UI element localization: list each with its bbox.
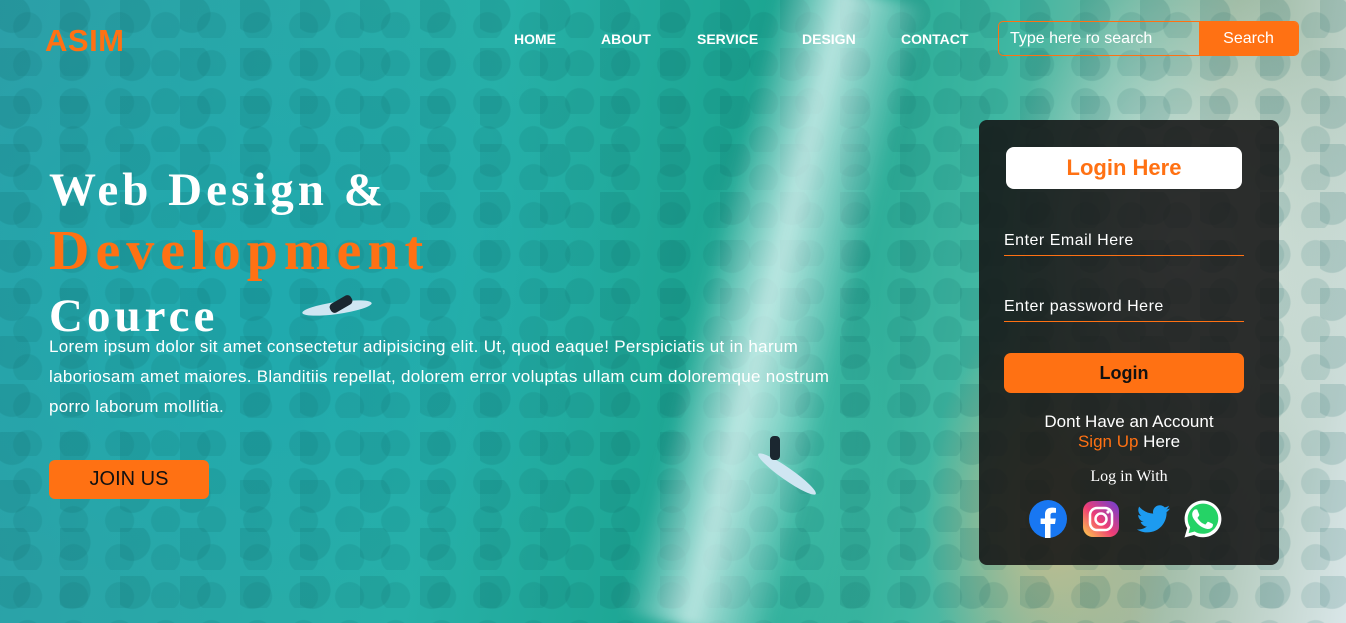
- nav-service[interactable]: SERVICE: [697, 31, 802, 47]
- signup-link[interactable]: Sign Up: [1078, 432, 1138, 451]
- main-nav: HOME ABOUT SERVICE DESIGN CONTACT: [514, 31, 968, 47]
- social-login-icons: [1028, 499, 1228, 541]
- whatsapp-icon[interactable]: [1183, 499, 1223, 539]
- hero-description: Lorem ipsum dolor sit amet consectetur a…: [49, 337, 830, 416]
- twitter-icon[interactable]: [1133, 499, 1173, 539]
- login-title: Login Here: [1006, 147, 1242, 189]
- signup-suffix: Here: [1138, 432, 1181, 451]
- nav-design[interactable]: DESIGN: [802, 31, 901, 47]
- nav-home[interactable]: HOME: [514, 31, 601, 47]
- search-button[interactable]: Search: [1199, 22, 1298, 55]
- hero-section: Web Design & Development Cource Lorem ip…: [49, 160, 859, 422]
- facebook-icon[interactable]: [1028, 499, 1068, 539]
- nav-contact[interactable]: CONTACT: [901, 31, 968, 47]
- login-button[interactable]: Login: [1004, 353, 1244, 393]
- site-header: ASIM HOME ABOUT SERVICE DESIGN CONTACT S…: [0, 0, 1346, 78]
- brand-logo[interactable]: ASIM: [45, 23, 125, 59]
- login-form: Login Here Login Dont Have an Account Si…: [979, 120, 1279, 565]
- login-with-label: Log in With: [1090, 468, 1168, 485]
- search-bar: Search: [998, 21, 1299, 56]
- join-us-button[interactable]: JOIN US: [49, 460, 209, 499]
- password-field[interactable]: [1004, 292, 1244, 322]
- surfer: [770, 436, 780, 460]
- search-input[interactable]: [999, 22, 1199, 55]
- hero-title-line1: Web Design &: [49, 164, 387, 216]
- signup-prompt: Dont Have an Account Sign Up Here: [979, 412, 1279, 452]
- email-field[interactable]: [1004, 226, 1244, 256]
- account-text: Dont Have an Account: [1044, 412, 1214, 431]
- nav-about[interactable]: ABOUT: [601, 31, 697, 47]
- signup-line: Sign Up Here: [979, 432, 1279, 452]
- hero-title-line2: Development: [49, 220, 430, 282]
- instagram-icon[interactable]: [1081, 499, 1121, 539]
